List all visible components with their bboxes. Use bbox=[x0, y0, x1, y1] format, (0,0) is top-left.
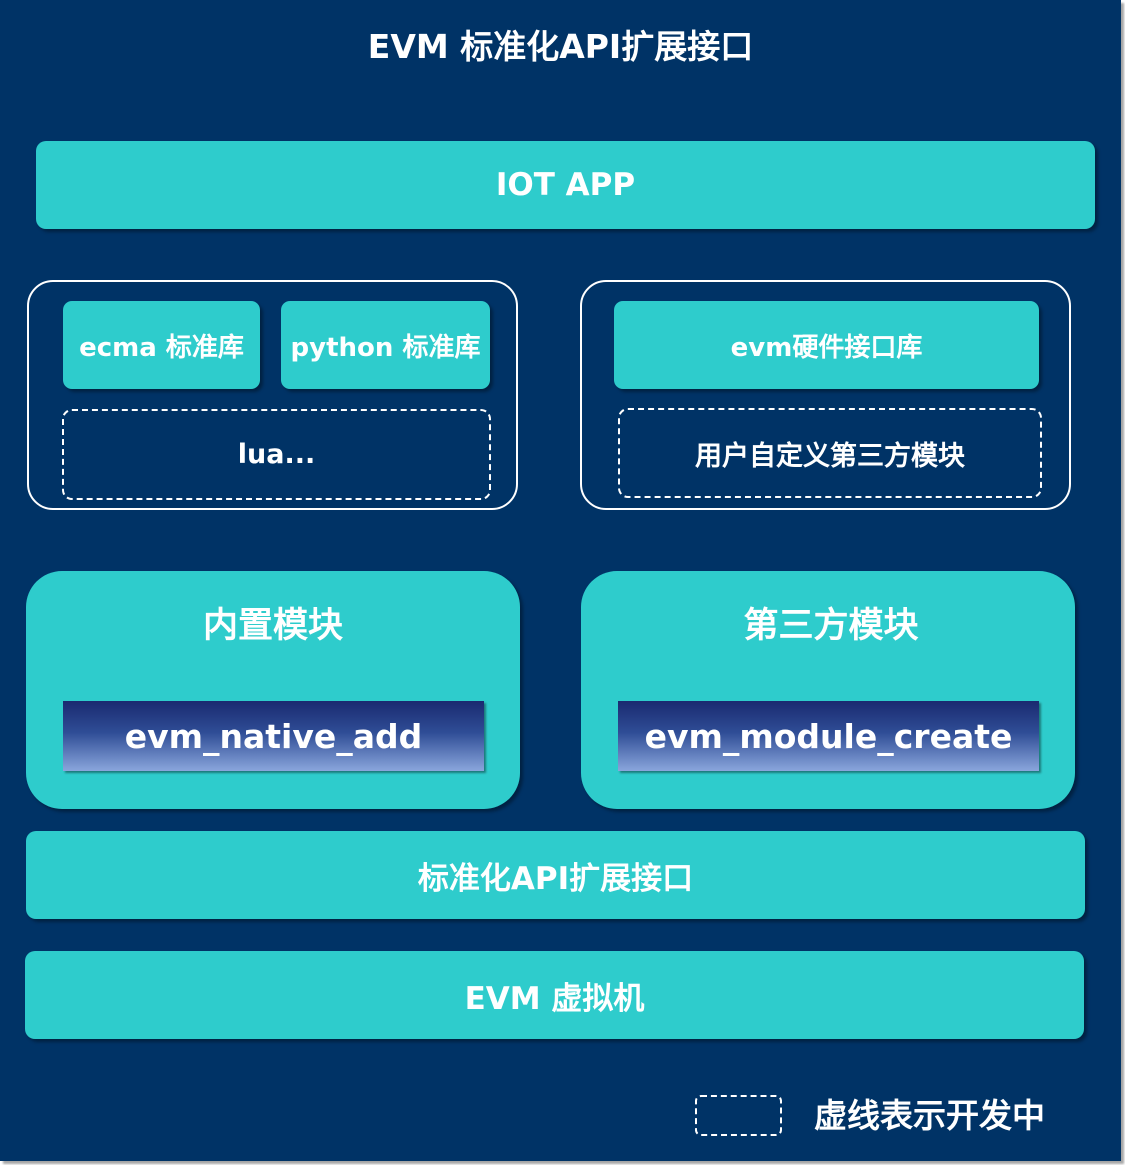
ecma-library-box: ecma 标准库 bbox=[63, 301, 260, 389]
standard-api-layer: 标准化API扩展接口 bbox=[26, 831, 1085, 919]
architecture-diagram: EVM 标准化API扩展接口 IOT APP ecma 标准库 python 标… bbox=[0, 0, 1121, 1161]
lua-library-placeholder: lua... bbox=[62, 409, 491, 500]
legend-label: 虚线表示开发中 bbox=[814, 1096, 1045, 1135]
third-party-module-title: 第三方模块 bbox=[743, 606, 919, 646]
evm-native-add-api: evm_native_add bbox=[63, 701, 484, 771]
builtin-module-title: 内置模块 bbox=[202, 606, 343, 646]
custom-module-placeholder: 用户自定义第三方模块 bbox=[618, 408, 1042, 498]
legend-dashed-sample bbox=[695, 1095, 782, 1136]
evm-vm-layer: EVM 虚拟机 bbox=[25, 951, 1084, 1039]
iot-app-layer: IOT APP bbox=[36, 141, 1095, 229]
evm-hardware-library-box: evm硬件接口库 bbox=[614, 301, 1039, 389]
diagram-title: EVM 标准化API扩展接口 bbox=[367, 27, 754, 66]
evm-module-create-api: evm_module_create bbox=[618, 701, 1039, 771]
python-library-box: python 标准库 bbox=[281, 301, 490, 389]
